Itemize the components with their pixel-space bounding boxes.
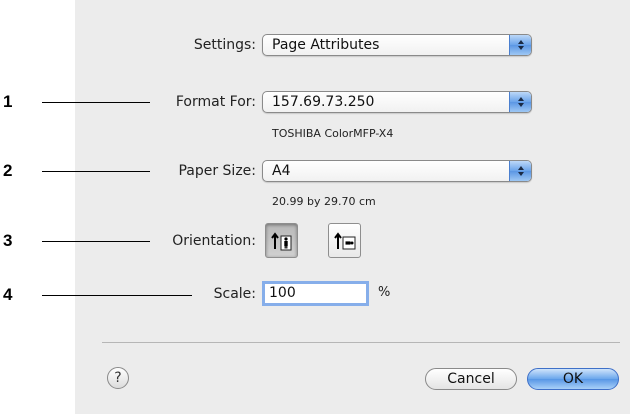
printer-name: TOSHIBA ColorMFP-X4: [272, 127, 394, 140]
popup-stepper-icon: [509, 161, 531, 181]
orientation-label: Orientation:: [172, 233, 256, 249]
paper-size-value: A4: [272, 163, 291, 179]
callout-number-4: 4: [3, 285, 13, 304]
callout-number-3: 3: [3, 231, 13, 250]
callout-line-1: [42, 102, 150, 103]
paper-size-label: Paper Size:: [178, 163, 256, 179]
scale-input[interactable]: 100: [262, 281, 369, 306]
cancel-button[interactable]: Cancel: [425, 368, 517, 390]
help-button[interactable]: ?: [107, 367, 129, 389]
scale-unit: %: [378, 285, 391, 300]
popup-stepper-icon: [509, 35, 531, 55]
callout-number-2: 2: [3, 161, 13, 180]
popup-stepper-icon: [509, 92, 531, 112]
paper-dimensions: 20.99 by 29.70 cm: [272, 195, 376, 208]
divider: [102, 342, 620, 343]
settings-popup[interactable]: Page Attributes: [262, 34, 532, 56]
settings-label: Settings:: [193, 37, 256, 53]
orientation-portrait-button[interactable]: [265, 223, 298, 258]
format-for-label: Format For:: [175, 94, 256, 110]
landscape-icon: [333, 231, 355, 249]
portrait-icon: [270, 231, 291, 250]
paper-size-popup[interactable]: A4: [262, 160, 532, 182]
callout-line-4: [42, 295, 192, 296]
scale-label: Scale:: [213, 286, 256, 302]
settings-value: Page Attributes: [272, 37, 380, 53]
orientation-landscape-button[interactable]: [328, 223, 361, 258]
format-for-value: 157.69.73.250: [272, 94, 375, 110]
callout-line-2: [42, 171, 150, 172]
callout-number-1: 1: [3, 92, 13, 111]
callout-line-3: [42, 241, 150, 242]
ok-button[interactable]: OK: [527, 368, 619, 390]
format-for-popup[interactable]: 157.69.73.250: [262, 91, 532, 113]
